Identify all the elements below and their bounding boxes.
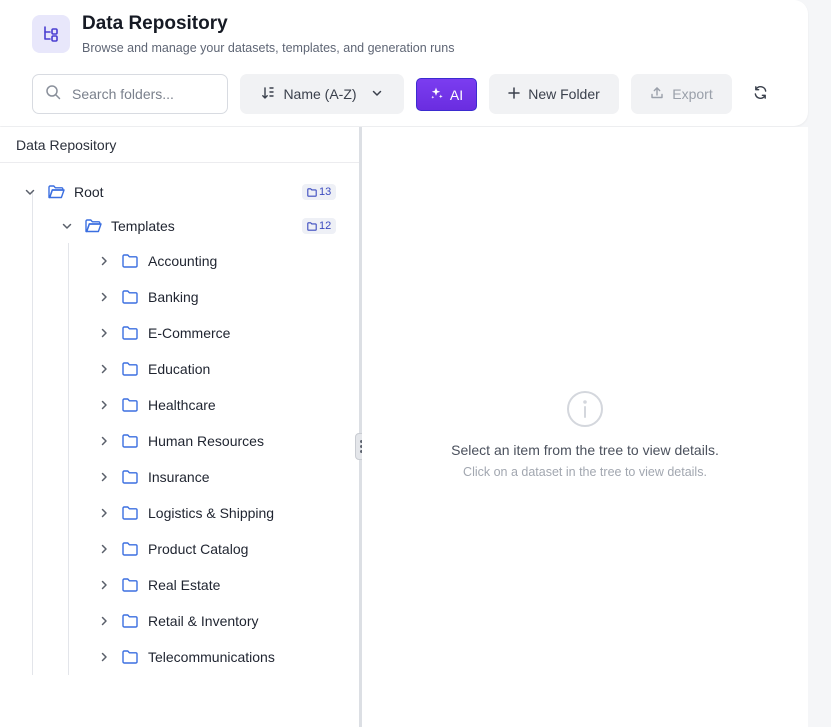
tree-item-folder[interactable]: Accounting: [96, 243, 342, 279]
folder-icon: [122, 397, 140, 413]
folder-icon: [122, 361, 140, 377]
folder-open-icon: [85, 218, 103, 234]
tree-item-label: Healthcare: [148, 397, 216, 413]
tree-panel-title: Data Repository: [0, 127, 359, 163]
tree-item-folder[interactable]: Real Estate: [96, 567, 342, 603]
tree-item-folder[interactable]: Retail & Inventory: [96, 603, 342, 639]
chevron-right-icon[interactable]: [96, 361, 112, 377]
tree-item-label: Product Catalog: [148, 541, 249, 557]
sparkles-icon: [430, 86, 444, 103]
search-box[interactable]: [32, 74, 228, 114]
tree-guide-line: [32, 191, 33, 675]
folder-icon: [122, 253, 140, 269]
chevron-right-icon[interactable]: [96, 613, 112, 629]
tree-item-folder[interactable]: Education: [96, 351, 342, 387]
tree-item-folder[interactable]: Logistics & Shipping: [96, 495, 342, 531]
chevron-right-icon[interactable]: [96, 649, 112, 665]
chevron-right-icon[interactable]: [96, 577, 112, 593]
sort-icon: [261, 86, 275, 103]
empty-state-subtitle: Click on a dataset in the tree to view d…: [463, 465, 707, 479]
sort-label: Name (A-Z): [283, 86, 357, 102]
tree-item-label: Logistics & Shipping: [148, 505, 275, 521]
chevron-right-icon[interactable]: [96, 325, 112, 341]
tree-item-label: Real Estate: [148, 577, 221, 593]
tree-item-folder[interactable]: Telecommunications: [96, 639, 342, 675]
tree-item-folder[interactable]: Healthcare: [96, 387, 342, 423]
folder-icon: [122, 433, 140, 449]
refresh-icon: [753, 85, 768, 103]
tree-item-folder[interactable]: Product Catalog: [96, 531, 342, 567]
tree-item-label: E-Commerce: [148, 325, 231, 341]
chevron-right-icon[interactable]: [96, 397, 112, 413]
tree-item-folder[interactable]: Insurance: [96, 459, 342, 495]
tree-item-label: Accounting: [148, 253, 218, 269]
new-folder-button[interactable]: New Folder: [489, 74, 619, 114]
chevron-right-icon[interactable]: [96, 289, 112, 305]
tree-item-folder[interactable]: E-Commerce: [96, 315, 342, 351]
tree-item-label: Education: [148, 361, 211, 377]
export-button[interactable]: Export: [631, 74, 732, 114]
tree-item-label: Templates: [111, 218, 175, 234]
page-title: Data Repository: [82, 13, 228, 34]
search-icon: [45, 84, 61, 105]
folder-icon: [122, 289, 140, 305]
tree-item-label: Root: [74, 184, 104, 200]
new-folder-label: New Folder: [528, 86, 600, 102]
tree-item-label: Insurance: [148, 469, 210, 485]
tree-item-folder[interactable]: Human Resources: [96, 423, 342, 459]
folder-count-badge: 12: [302, 218, 337, 234]
empty-state-title: Select an item from the tree to view det…: [451, 442, 719, 458]
folder-icon: [122, 505, 140, 521]
chevron-right-icon[interactable]: [96, 253, 112, 269]
folder-open-icon: [48, 184, 66, 200]
chevron-down-icon[interactable]: [59, 218, 75, 234]
tree-item-label: Banking: [148, 289, 199, 305]
ai-button[interactable]: AI: [416, 78, 477, 111]
tree-guide-line: [68, 243, 69, 675]
info-icon: [566, 390, 604, 433]
search-input[interactable]: [72, 86, 222, 102]
folder-icon: [122, 325, 140, 341]
upload-icon: [650, 86, 664, 103]
tree-item-folder[interactable]: Banking: [96, 279, 342, 315]
chevron-right-icon[interactable]: [96, 433, 112, 449]
folder-icon: [122, 577, 140, 593]
chevron-right-icon[interactable]: [96, 469, 112, 485]
tree-item-label: Telecommunications: [148, 649, 275, 665]
tree-item-templates[interactable]: Templates 12: [59, 208, 342, 244]
refresh-button[interactable]: [744, 74, 776, 114]
export-label: Export: [672, 86, 713, 102]
ai-label: AI: [449, 86, 464, 103]
chevron-down-icon[interactable]: [22, 184, 38, 200]
tree-item-label: Retail & Inventory: [148, 613, 259, 629]
tree-structure-icon: [32, 15, 70, 53]
chevron-right-icon[interactable]: [96, 505, 112, 521]
detail-panel: Select an item from the tree to view det…: [362, 127, 808, 727]
page-subtitle: Browse and manage your datasets, templat…: [82, 41, 455, 55]
folder-icon: [122, 469, 140, 485]
tree-item-root[interactable]: Root 13: [22, 174, 342, 210]
sort-dropdown-button[interactable]: Name (A-Z): [240, 74, 404, 114]
folder-icon: [122, 649, 140, 665]
folder-icon: [122, 613, 140, 629]
folder-count-badge: 13: [302, 184, 337, 200]
chevron-down-icon: [371, 86, 383, 102]
folder-icon: [122, 541, 140, 557]
tree-panel: Data Repository Root 13 Templates 12 Acc…: [0, 127, 359, 727]
plus-icon: [508, 86, 520, 102]
page-header: Data Repository Browse and manage your d…: [0, 0, 808, 126]
tree-item-label: Human Resources: [148, 433, 264, 449]
chevron-right-icon[interactable]: [96, 541, 112, 557]
